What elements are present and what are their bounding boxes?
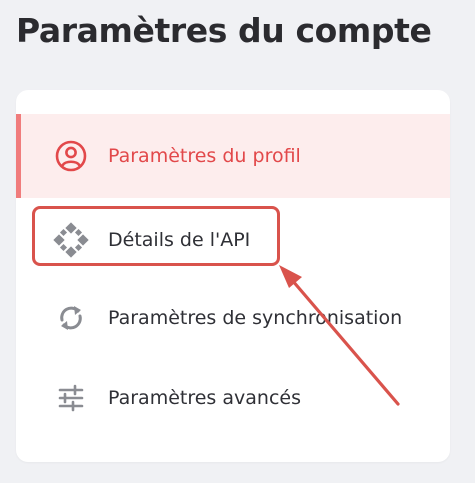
api-diamond-icon — [52, 221, 90, 259]
settings-menu-card: Paramètres du profil Détails de l'API Pa… — [16, 90, 450, 462]
user-circle-icon — [52, 137, 90, 175]
menu-item-profile-settings[interactable]: Paramètres du profil — [16, 114, 450, 198]
sliders-icon — [52, 379, 90, 417]
menu-item-advanced-settings[interactable]: Paramètres avancés — [16, 356, 450, 440]
menu-item-label: Détails de l'API — [108, 229, 251, 251]
page-title: Paramètres du compte — [16, 11, 432, 50]
sync-icon — [52, 299, 90, 337]
menu-item-label: Paramètres du profil — [108, 145, 301, 167]
active-indicator-bar — [16, 114, 21, 198]
menu-item-api-details[interactable]: Détails de l'API — [16, 198, 450, 282]
menu-item-label: Paramètres de synchronisation — [108, 307, 403, 329]
menu-item-sync-settings[interactable]: Paramètres de synchronisation — [16, 276, 450, 360]
menu-item-label: Paramètres avancés — [108, 387, 301, 409]
